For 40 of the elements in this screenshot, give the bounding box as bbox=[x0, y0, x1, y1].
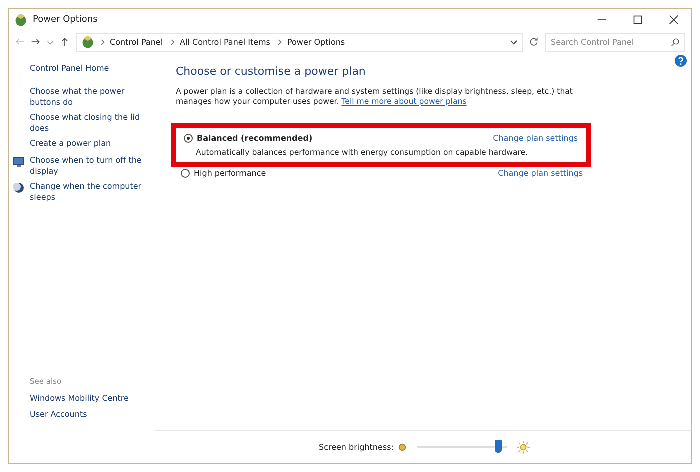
sidebar-link[interactable]: User Accounts bbox=[30, 410, 156, 419]
up-arrow-icon[interactable] bbox=[60, 37, 70, 47]
radio-button[interactable] bbox=[184, 134, 193, 143]
sidebar-link[interactable]: Choose what closing the lid does bbox=[30, 113, 148, 134]
breadcrumb[interactable]: Power Options bbox=[287, 38, 346, 46]
moon-icon bbox=[13, 182, 25, 194]
sidebar-link[interactable]: Change when the computer sleeps bbox=[30, 182, 148, 203]
chevron-icon bbox=[170, 38, 176, 46]
brightness-label: Screen brightness: bbox=[319, 442, 394, 452]
maximize-icon[interactable] bbox=[633, 15, 643, 25]
change-plan-link[interactable]: Change plan settings bbox=[493, 134, 578, 143]
bright-sun-icon bbox=[516, 440, 530, 454]
breadcrumb[interactable]: Control Panel bbox=[110, 38, 164, 46]
search-field[interactable]: Search Control Panel bbox=[545, 32, 685, 52]
power-options-icon bbox=[14, 13, 28, 27]
window-title: Power Options bbox=[33, 15, 98, 25]
sidebar-link[interactable]: Control Panel Home bbox=[30, 64, 156, 73]
monitor-icon bbox=[13, 156, 25, 168]
help-icon[interactable] bbox=[675, 55, 687, 67]
search-icon[interactable] bbox=[671, 38, 680, 46]
change-plan-link[interactable]: Change plan settings bbox=[498, 169, 583, 178]
chevron-icon bbox=[277, 38, 282, 46]
address-bar[interactable]: Control Panel All Control Panel Items Power Options bbox=[76, 32, 523, 52]
sidebar-link[interactable]: Create a power plan bbox=[30, 139, 148, 150]
dim-sun-icon bbox=[398, 442, 407, 452]
sidebar-link[interactable]: Choose what the power buttons do bbox=[30, 87, 148, 108]
sidebar-link[interactable]: Choose when to turn off the display bbox=[30, 156, 148, 177]
plan-name: Balanced (recommended) bbox=[197, 134, 313, 143]
control-panel-icon bbox=[81, 35, 95, 49]
breadcrumb[interactable]: All Control Panel Items bbox=[180, 38, 270, 46]
dropdown-caret-icon[interactable] bbox=[510, 38, 518, 46]
refresh-icon[interactable] bbox=[529, 37, 539, 47]
close-icon[interactable] bbox=[669, 15, 679, 25]
chevron-icon bbox=[100, 38, 105, 46]
plan-name: High performance bbox=[194, 169, 266, 178]
slider-thumb[interactable] bbox=[495, 440, 502, 453]
forward-arrow-icon[interactable] bbox=[31, 37, 41, 47]
sidebar-link[interactable]: Windows Mobility Centre bbox=[30, 394, 156, 403]
radio-button[interactable] bbox=[181, 169, 190, 178]
page-heading: Choose or customise a power plan bbox=[176, 65, 367, 78]
